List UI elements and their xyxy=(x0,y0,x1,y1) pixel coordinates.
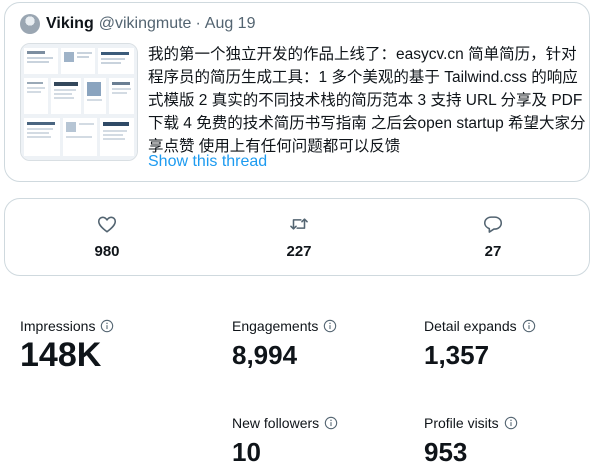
stat-profile-visits: Profile visits 953 xyxy=(424,415,518,465)
new-followers-label: New followers xyxy=(232,415,320,431)
info-icon[interactable] xyxy=(100,319,114,333)
stat-impressions: Impressions 148K xyxy=(20,318,114,375)
heart-icon xyxy=(97,216,117,233)
reply-icon xyxy=(483,216,503,233)
replies-action[interactable]: 27 xyxy=(433,213,553,260)
show-thread-link[interactable]: Show this thread xyxy=(148,153,267,171)
info-icon[interactable] xyxy=(504,416,518,430)
tweet-header: Viking @vikingmute · Aug 19 xyxy=(20,14,255,34)
author-handle[interactable]: @vikingmute xyxy=(99,15,192,33)
header-separator: · xyxy=(195,15,201,32)
engagements-value: 8,994 xyxy=(232,340,298,370)
avatar[interactable] xyxy=(20,14,40,34)
profile-visits-label: Profile visits xyxy=(424,415,499,431)
stat-new-followers: New followers 10 xyxy=(232,415,338,465)
retweets-count: 227 xyxy=(286,243,312,260)
engagements-label: Engagements xyxy=(232,318,319,334)
likes-action[interactable]: 980 xyxy=(47,213,167,260)
info-icon[interactable] xyxy=(522,319,536,333)
stat-engagements: Engagements 8,994 xyxy=(232,318,337,371)
profile-visits-value: 953 xyxy=(424,437,468,465)
tweet-date[interactable]: Aug 19 xyxy=(205,15,256,33)
info-icon[interactable] xyxy=(323,319,337,333)
tweet-card[interactable]: Viking @vikingmute · Aug 19 我的第一个独立开发的作品… xyxy=(4,2,590,182)
impressions-value: 148K xyxy=(20,336,102,374)
tweet-text: 我的第一个独立开发的作品上线了：easycv.cn 简单简历，针对程序员的简历生… xyxy=(148,46,586,155)
stat-detail-expands: Detail expands 1,357 xyxy=(424,318,536,371)
impressions-label: Impressions xyxy=(20,318,96,334)
new-followers-value: 10 xyxy=(232,437,261,465)
likes-count: 980 xyxy=(94,243,120,260)
website-screenshot-image xyxy=(21,44,137,160)
engagement-card: 980 227 27 xyxy=(4,198,590,276)
retweets-action[interactable]: 227 xyxy=(239,213,359,260)
detail-expands-label: Detail expands xyxy=(424,318,517,334)
detail-expands-value: 1,357 xyxy=(424,340,490,370)
author-name[interactable]: Viking xyxy=(46,15,94,33)
tweet-analytics-page: Viking @vikingmute · Aug 19 我的第一个独立开发的作品… xyxy=(0,0,600,465)
retweet-icon xyxy=(290,218,308,230)
tweet-media-thumbnail[interactable] xyxy=(20,43,138,161)
replies-count: 27 xyxy=(484,243,502,260)
info-icon[interactable] xyxy=(324,416,338,430)
